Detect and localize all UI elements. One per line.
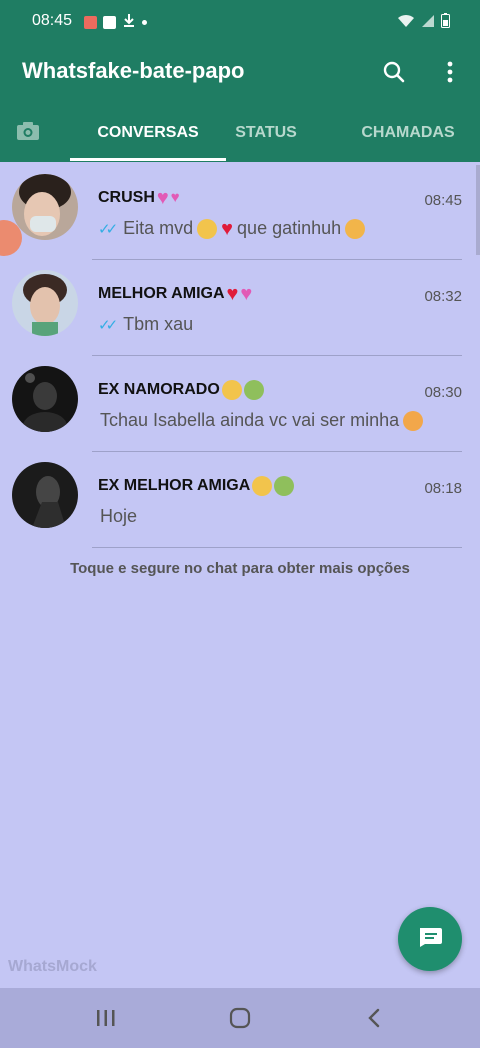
camera-icon <box>16 121 40 146</box>
chat-time: 08:30 <box>424 384 462 401</box>
status-time: 08:45 <box>32 12 73 29</box>
chat-name: EX NAMORADO <box>98 380 264 400</box>
heart-emoji: ♥ <box>221 217 234 240</box>
tab-chamadas[interactable]: CHAMADAS <box>350 108 466 158</box>
avatar[interactable] <box>12 462 78 528</box>
smirk-emoji <box>345 218 366 239</box>
flushed-emoji <box>252 476 273 496</box>
signal-icon <box>421 14 435 33</box>
home-icon[interactable] <box>220 1002 260 1034</box>
chat-name-text: EX NAMORADO <box>98 381 220 398</box>
flushed-emoji <box>221 380 242 400</box>
battery-icon <box>441 13 450 33</box>
sick-emoji <box>274 476 295 496</box>
chat-preview-text: que gatinhuh <box>237 218 342 238</box>
read-ticks-icon: ✓✓ <box>98 220 118 238</box>
hint-text: Toque e segure no chat para obter mais o… <box>70 560 410 577</box>
chat-row-ex-namorado[interactable]: EX NAMORADO 08:30 Tchau Isabella ainda v… <box>0 356 480 452</box>
tab-status[interactable]: STATUS <box>226 108 306 158</box>
chat-row-crush[interactable]: CRUSH ♥ ♥ 08:45 ✓✓ Eita mvd ♥ que gatinh… <box>0 164 480 260</box>
tab-camera[interactable] <box>8 108 48 158</box>
chat-preview-text: Hoje <box>100 506 138 526</box>
heart-emoji: ♥ <box>226 283 239 305</box>
new-chat-button[interactable] <box>398 907 462 971</box>
chat-name-text: MELHOR AMIGA <box>98 285 225 302</box>
youtube-icon <box>103 16 116 29</box>
heart-emoji: ♥ <box>156 187 169 209</box>
avatar[interactable] <box>12 174 78 240</box>
status-right-icons <box>397 13 450 33</box>
chat-name: EX MELHOR AMIGA <box>98 476 295 496</box>
phone-screen: 08:45 Whatsfake-bate-papo CONVERSAS STAT… <box>0 0 480 1048</box>
recent-apps-icon[interactable] <box>86 1002 126 1034</box>
chat-row-ex-melhor-amiga[interactable]: EX MELHOR AMIGA 08:18 Hoje <box>0 452 480 548</box>
chat-name: MELHOR AMIGA ♥ ♥ <box>98 284 252 304</box>
heart-emoji: ♥ <box>240 283 253 305</box>
back-icon[interactable] <box>354 1002 394 1034</box>
chat-preview: ✓✓ Tbm xau <box>98 314 193 335</box>
wifi-icon <box>397 14 415 33</box>
flushed-emoji <box>197 218 218 239</box>
app-title: Whatsfake-bate-papo <box>22 58 245 83</box>
image-icon <box>84 16 97 29</box>
chat-name: CRUSH ♥ ♥ <box>98 188 180 208</box>
chat-row-melhor-amiga[interactable]: MELHOR AMIGA ♥ ♥ 08:32 ✓✓ Tbm xau <box>0 260 480 356</box>
dot-icon <box>142 20 147 25</box>
active-tab-indicator <box>70 158 226 161</box>
divider <box>92 547 462 548</box>
status-bar: 08:45 <box>0 0 480 44</box>
app-header: 08:45 Whatsfake-bate-papo CONVERSAS STAT… <box>0 0 480 162</box>
scrollbar[interactable] <box>476 165 480 255</box>
chat-preview-text: Tchau Isabella ainda vc vai ser minha <box>100 410 400 430</box>
chat-preview: Tchau Isabella ainda vc vai ser minha <box>100 410 424 431</box>
read-ticks-icon: ✓✓ <box>98 316 118 334</box>
new-chat-icon <box>417 926 443 953</box>
download-icon <box>122 13 136 32</box>
chat-preview: ✓✓ Eita mvd ♥ que gatinhuh <box>98 217 366 240</box>
search-icon[interactable] <box>378 56 410 88</box>
tab-bar: CONVERSAS STATUS CHAMADAS <box>0 108 480 162</box>
more-vertical-icon[interactable] <box>434 56 466 88</box>
angry-emoji <box>403 410 424 431</box>
sick-emoji <box>243 380 264 400</box>
system-nav-bar <box>0 988 480 1048</box>
heart-emoji: ♥ <box>170 189 180 206</box>
tab-conversas[interactable]: CONVERSAS <box>70 108 226 158</box>
chat-preview-text: Eita mvd <box>123 218 194 238</box>
chat-name-text: CRUSH <box>98 189 155 206</box>
watermark: WhatsMock <box>8 958 97 975</box>
status-left-icons <box>84 13 147 32</box>
chat-time: 08:45 <box>424 192 462 209</box>
chat-preview-text: Tbm xau <box>123 314 194 334</box>
avatar[interactable] <box>12 270 78 336</box>
chat-time: 08:18 <box>424 480 462 497</box>
chat-preview: Hoje <box>100 506 137 527</box>
chat-name-text: EX MELHOR AMIGA <box>98 477 251 494</box>
avatar[interactable] <box>12 366 78 432</box>
chat-time: 08:32 <box>424 288 462 305</box>
